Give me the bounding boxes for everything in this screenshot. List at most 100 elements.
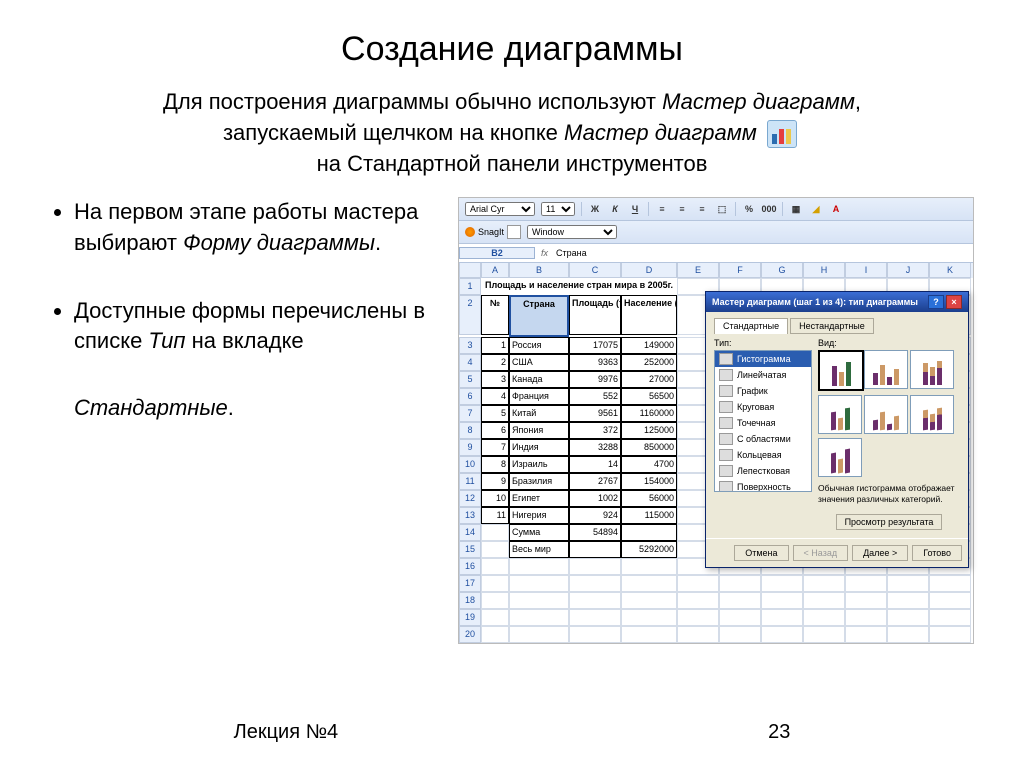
- cell[interactable]: 17075: [569, 337, 621, 354]
- cell[interactable]: [719, 592, 761, 609]
- cell[interactable]: 9561: [569, 405, 621, 422]
- tab-standard[interactable]: Стандартные: [714, 318, 788, 334]
- cell[interactable]: 9: [459, 439, 481, 456]
- cell[interactable]: [761, 609, 803, 626]
- cell[interactable]: [677, 609, 719, 626]
- col-F[interactable]: F: [719, 263, 761, 278]
- cell[interactable]: 11: [481, 507, 509, 524]
- italic-button[interactable]: К: [608, 202, 622, 216]
- back-button[interactable]: < Назад: [793, 545, 849, 561]
- bold-button[interactable]: Ж: [588, 202, 602, 216]
- cell[interactable]: 9: [481, 473, 509, 490]
- cell[interactable]: 3288: [569, 439, 621, 456]
- cell[interactable]: 8: [459, 422, 481, 439]
- cell[interactable]: [719, 575, 761, 592]
- cell[interactable]: 1160000: [621, 405, 677, 422]
- chart-type-1[interactable]: Линейчатая: [715, 367, 811, 383]
- cell[interactable]: 4700: [621, 456, 677, 473]
- cell[interactable]: [677, 592, 719, 609]
- header-cell[interactable]: Страна: [509, 295, 569, 337]
- cell[interactable]: [719, 626, 761, 643]
- cell[interactable]: [481, 524, 509, 541]
- snagit-capture-icon[interactable]: [507, 225, 521, 239]
- cell[interactable]: 115000: [621, 507, 677, 524]
- font-select[interactable]: Arial Cyr: [465, 202, 535, 216]
- tab-nonstandard[interactable]: Нестандартные: [790, 318, 874, 334]
- cell[interactable]: 11: [459, 473, 481, 490]
- cell[interactable]: [569, 558, 621, 575]
- merge-icon[interactable]: ⬚: [715, 202, 729, 216]
- cell[interactable]: 9976: [569, 371, 621, 388]
- cell[interactable]: 27000: [621, 371, 677, 388]
- cell[interactable]: 154000: [621, 473, 677, 490]
- cell[interactable]: [929, 575, 971, 592]
- cell[interactable]: [509, 575, 569, 592]
- cell[interactable]: 13: [459, 507, 481, 524]
- finish-button[interactable]: Готово: [912, 545, 962, 561]
- col-G[interactable]: G: [761, 263, 803, 278]
- worksheet[interactable]: ABCDEFGHIJK 1Площадь и население стран м…: [459, 263, 973, 643]
- cell[interactable]: [481, 592, 509, 609]
- cell[interactable]: [509, 626, 569, 643]
- cell[interactable]: 5292000: [621, 541, 677, 558]
- next-button[interactable]: Далее >: [852, 545, 908, 561]
- chart-type-8[interactable]: Поверхность: [715, 479, 811, 492]
- align-right-icon[interactable]: ≡: [695, 202, 709, 216]
- cell[interactable]: [481, 609, 509, 626]
- cell[interactable]: 10: [459, 456, 481, 473]
- subtype-2[interactable]: [864, 350, 908, 389]
- cancel-button[interactable]: Отмена: [734, 545, 788, 561]
- chart-type-2[interactable]: График: [715, 383, 811, 399]
- thousands-icon[interactable]: 000: [762, 202, 776, 216]
- cell[interactable]: 149000: [621, 337, 677, 354]
- cell[interactable]: [845, 609, 887, 626]
- header-cell[interactable]: Площадь (тыс. км²): [569, 295, 621, 335]
- cell[interactable]: [621, 524, 677, 541]
- close-button[interactable]: ×: [946, 295, 962, 309]
- cell[interactable]: 5: [459, 371, 481, 388]
- fill-color-icon[interactable]: ◢: [809, 202, 823, 216]
- col-H[interactable]: H: [803, 263, 845, 278]
- cell[interactable]: 8: [481, 456, 509, 473]
- cell[interactable]: Япония: [509, 422, 569, 439]
- cell[interactable]: Сумма: [509, 524, 569, 541]
- subtype-7[interactable]: [818, 438, 862, 477]
- chart-type-6[interactable]: Кольцевая: [715, 447, 811, 463]
- chart-type-7[interactable]: Лепестковая: [715, 463, 811, 479]
- fx-icon[interactable]: fx: [535, 248, 554, 258]
- cell[interactable]: 3: [459, 337, 481, 354]
- align-center-icon[interactable]: ≡: [675, 202, 689, 216]
- cell[interactable]: [509, 592, 569, 609]
- cell[interactable]: [887, 609, 929, 626]
- cell[interactable]: [677, 626, 719, 643]
- cell[interactable]: Франция: [509, 388, 569, 405]
- cell[interactable]: 4: [481, 388, 509, 405]
- cell[interactable]: [569, 592, 621, 609]
- cell[interactable]: 3: [481, 371, 509, 388]
- cell[interactable]: [929, 609, 971, 626]
- chart-type-list[interactable]: ГистограммаЛинейчатаяГрафикКруговаяТочеч…: [714, 350, 812, 492]
- cell[interactable]: 252000: [621, 354, 677, 371]
- cell[interactable]: [929, 626, 971, 643]
- snagit-view-select[interactable]: Window: [527, 225, 617, 239]
- cell[interactable]: Россия: [509, 337, 569, 354]
- font-color-icon[interactable]: A: [829, 202, 843, 216]
- cell[interactable]: 9363: [569, 354, 621, 371]
- cell[interactable]: 372: [569, 422, 621, 439]
- chart-type-0[interactable]: Гистограмма: [715, 351, 811, 367]
- cell[interactable]: [621, 626, 677, 643]
- cell[interactable]: 7: [459, 405, 481, 422]
- cell[interactable]: [481, 575, 509, 592]
- cell[interactable]: 125000: [621, 422, 677, 439]
- cell[interactable]: 56500: [621, 388, 677, 405]
- cell[interactable]: 15: [459, 541, 481, 558]
- cell[interactable]: [621, 609, 677, 626]
- cell[interactable]: [509, 558, 569, 575]
- cell[interactable]: [929, 592, 971, 609]
- subtype-1[interactable]: [818, 350, 864, 391]
- cell[interactable]: 6: [481, 422, 509, 439]
- subtype-5[interactable]: [864, 395, 908, 434]
- cell[interactable]: 6: [459, 388, 481, 405]
- cell[interactable]: 5: [481, 405, 509, 422]
- rowhead[interactable]: 1: [459, 278, 481, 295]
